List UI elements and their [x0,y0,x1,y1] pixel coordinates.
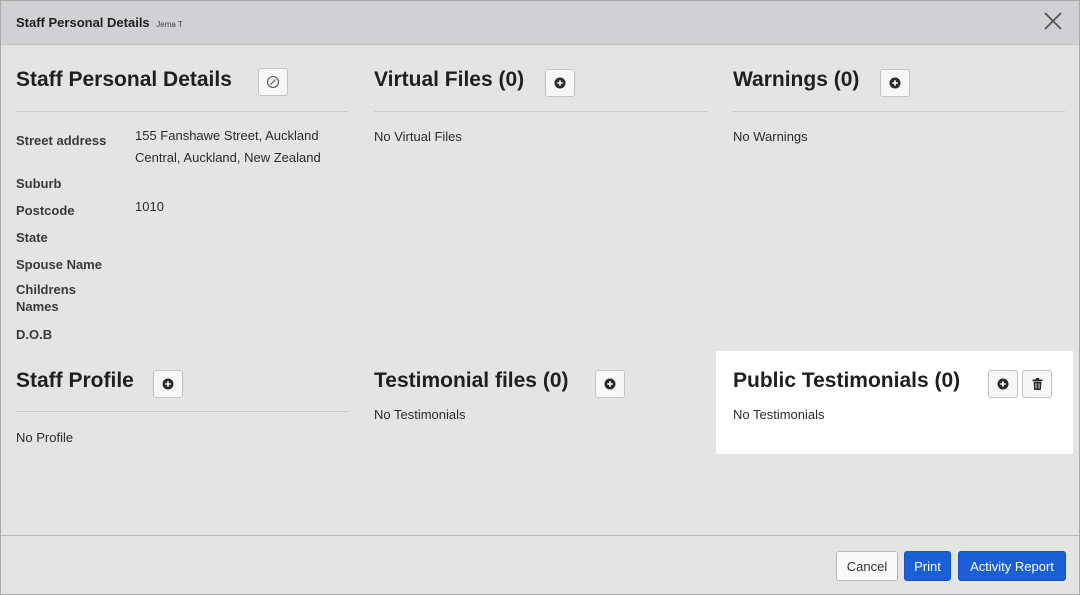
close-icon [1044,12,1062,30]
staff-profile-divider [16,411,348,412]
trash-icon [1032,378,1042,390]
warnings-empty: No Warnings [733,129,808,144]
virtual-files-title: Virtual Files (0) [374,68,525,91]
staff-profile-empty: No Profile [16,430,74,445]
delete-public-testimonial-button[interactable] [1022,370,1052,398]
add-public-testimonial-button[interactable] [988,370,1018,398]
modal-footer: Cancel Print Activity Report [1,535,1079,594]
field-label-children: Childrens Names [16,282,76,314]
modal-title-text: Staff Personal Details [16,15,150,30]
modal-title: Staff Personal Details Jema T [16,15,183,30]
add-profile-button[interactable] [153,370,183,398]
field-value-street: 155 Fanshawe Street, Auckland Central, A… [135,128,321,165]
virtual-files-divider [374,111,707,112]
personal-details-section: Staff Personal Details Street address 15… [16,68,348,348]
staff-profile-title: Staff Profile [16,369,134,392]
staff-profile-section: Staff Profile No Profile [16,369,348,449]
public-testimonials-title: Public Testimonials (0) [733,369,961,392]
warnings-divider [733,111,1065,112]
plus-circle-icon [604,378,616,390]
plus-circle-icon [997,378,1009,390]
public-testimonials-empty: No Testimonials [733,407,825,422]
warnings-title: Warnings (0) [733,68,860,91]
testimonial-files-empty: No Testimonials [374,407,466,422]
modal-header: Staff Personal Details Jema T [1,1,1079,45]
plus-circle-icon [162,378,174,390]
modal-subtitle: Jema T [156,20,183,29]
virtual-files-empty: No Virtual Files [374,129,462,144]
edit-icon [266,75,280,89]
testimonial-files-section: Testimonial files (0) No Testimonials [374,369,707,449]
cancel-button[interactable]: Cancel [836,551,898,581]
close-button[interactable] [1041,9,1065,33]
public-testimonials-section: Public Testimonials (0) No Testimonials [733,369,1065,449]
activity-report-button[interactable]: Activity Report [958,551,1066,581]
staff-details-modal: Staff Personal Details Jema T Staff Pers… [0,0,1080,595]
field-label-street: Street address [16,133,107,148]
virtual-files-section: Virtual Files (0) No Virtual Files [374,68,707,148]
personal-details-title: Staff Personal Details [16,68,232,91]
warnings-section: Warnings (0) No Warnings [733,68,1065,148]
field-label-spouse: Spouse Name [16,257,102,272]
field-label-state: State [16,230,48,245]
testimonial-files-title: Testimonial files (0) [374,369,569,392]
add-warning-button[interactable] [880,69,910,97]
plus-circle-icon [889,77,901,89]
edit-personal-button[interactable] [258,68,288,96]
field-label-postcode: Postcode [16,203,75,218]
plus-circle-icon [554,77,566,89]
add-virtual-file-button[interactable] [545,69,575,97]
field-label-dob: D.O.B [16,327,53,342]
field-label-suburb: Suburb [16,176,62,191]
personal-divider [16,111,348,112]
add-testimonial-file-button[interactable] [595,370,625,398]
field-value-postcode: 1010 [135,199,164,214]
print-button[interactable]: Print [904,551,951,581]
